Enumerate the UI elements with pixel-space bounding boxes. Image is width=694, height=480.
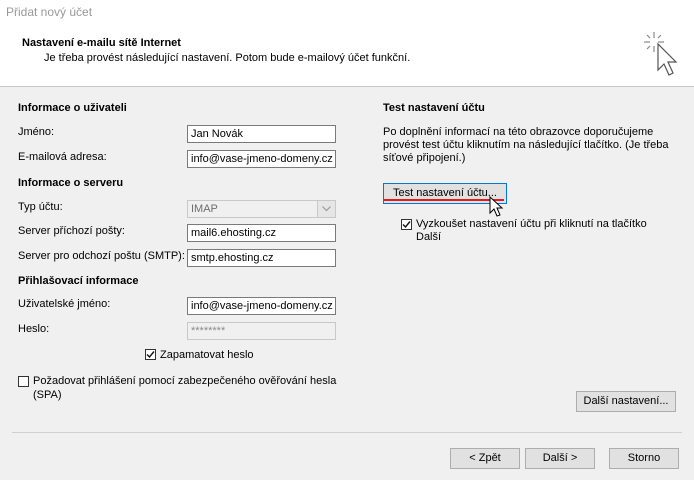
- header-subtitle: Je třeba provést následující nastavení. …: [44, 52, 411, 64]
- password-input[interactable]: ********: [187, 322, 336, 340]
- email-input[interactable]: info@vase-jmeno-domeny.cz: [187, 150, 336, 168]
- section-test: Test nastavení účtu: [383, 102, 485, 114]
- remember-password-checkbox[interactable]: [145, 349, 156, 360]
- next-button[interactable]: Další >: [525, 448, 595, 469]
- account-type-select: IMAP: [187, 200, 336, 218]
- test-desc-line2: provést test účtu kliknutím na následují…: [383, 139, 669, 151]
- title-bar: Přidat nový účet: [0, 0, 694, 26]
- highlight-underline: [384, 199, 504, 201]
- mouse-cursor-icon: [489, 196, 504, 217]
- test-desc-line3: síťové připojení.): [383, 152, 466, 164]
- spa-label-line1: Požadovat přihlášení pomocí zabezpečenéh…: [33, 375, 337, 387]
- outgoing-server-label: Server pro odchozí poštu (SMTP):: [18, 250, 185, 262]
- back-button[interactable]: < Zpět: [450, 448, 520, 469]
- header-panel: Nastavení e-mailu sítě Internet Je třeba…: [0, 26, 694, 86]
- email-label: E-mailová adresa:: [18, 151, 107, 163]
- account-type-value: IMAP: [191, 203, 218, 215]
- account-type-label: Typ účtu:: [18, 201, 63, 213]
- incoming-server-label: Server příchozí pošty:: [18, 225, 125, 237]
- cursor-sparkle-icon: [644, 32, 678, 76]
- chevron-down-icon: [317, 201, 335, 217]
- section-user-info: Informace o uživateli: [18, 102, 127, 114]
- more-settings-button[interactable]: Další nastavení...: [576, 391, 676, 412]
- remember-password-label: Zapamatovat heslo: [160, 349, 254, 361]
- password-label: Heslo:: [18, 323, 50, 335]
- checkmark-icon: [402, 221, 411, 229]
- spa-checkbox[interactable]: [18, 376, 29, 387]
- checkmark-icon: [146, 351, 155, 359]
- incoming-server-input[interactable]: mail6.ehosting.cz: [187, 224, 336, 242]
- settings-form: Informace o uživateli Jméno: Jan Novák E…: [0, 87, 694, 480]
- username-label: Uživatelské jméno:: [18, 298, 111, 310]
- outgoing-server-input[interactable]: smtp.ehosting.cz: [187, 249, 336, 267]
- auto-test-label-line2: Další: [416, 231, 442, 243]
- section-server-info: Informace o serveru: [18, 177, 124, 189]
- footer-separator: [12, 432, 682, 433]
- auto-test-label-line1: Vyzkoušet nastavení účtu při kliknutí na…: [416, 218, 647, 230]
- name-label: Jméno:: [18, 126, 55, 138]
- spa-label-line2: (SPA): [33, 389, 62, 401]
- name-input[interactable]: Jan Novák: [187, 125, 336, 143]
- header-title: Nastavení e-mailu sítě Internet: [22, 37, 181, 49]
- username-input[interactable]: info@vase-jmeno-domeny.cz: [187, 297, 336, 315]
- cancel-button[interactable]: Storno: [609, 448, 679, 469]
- auto-test-checkbox[interactable]: [401, 219, 412, 230]
- test-desc-line1: Po doplnění informací na této obrazovce …: [383, 126, 654, 138]
- window-title: Přidat nový účet: [6, 5, 93, 19]
- section-login-info: Přihlašovací informace: [18, 275, 139, 287]
